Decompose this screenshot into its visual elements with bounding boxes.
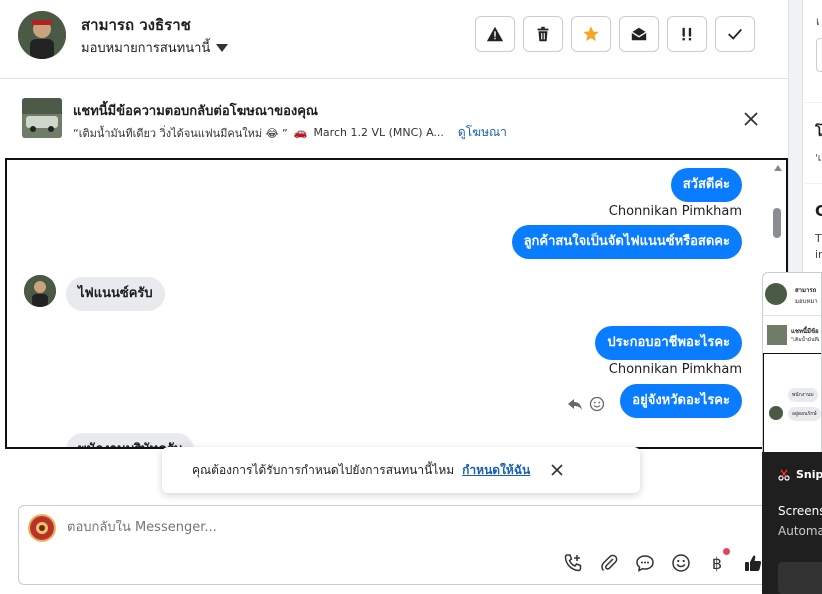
payment-button[interactable]: ฿ — [706, 548, 730, 574]
reply-icon[interactable] — [567, 396, 583, 412]
saved-replies-button[interactable] — [634, 552, 656, 574]
contact-avatar-small[interactable] — [24, 275, 56, 307]
baht-icon: ฿ — [711, 553, 723, 573]
scroll-thumb[interactable] — [773, 208, 781, 238]
reply-composer: ฿ — [18, 505, 778, 585]
notification-dot — [723, 548, 730, 555]
scroll-up-arrow-icon[interactable] — [774, 165, 782, 171]
sender-name: Chonnikan Pimkham — [608, 204, 742, 219]
sender-name: Chonnikan Pimkham — [608, 362, 742, 377]
contact-name[interactable]: สามารถ วงธิราช — [81, 13, 191, 37]
message-bubble: ประกอบอาชีพอะไรคะ — [595, 326, 742, 360]
details-card: โ 'เ — [802, 103, 822, 183]
double-exclamation-icon — [682, 27, 692, 41]
contact-avatar-small — [769, 406, 783, 420]
close-icon[interactable] — [550, 463, 564, 477]
close-icon[interactable] — [742, 110, 760, 128]
ad-banner-subtitle: “เติมน้ำมันทีเดียว วิ่งได้จนแฟนมีคนใหม่ … — [73, 123, 507, 142]
message-bubble: ไฟแนนซ์ครับ — [66, 277, 165, 311]
messenger-inbox: สามารถ วงธิราช มอบหมายการสนทนานี้ แชทนี้… — [0, 0, 822, 594]
contact-avatar-small — [765, 283, 787, 305]
message-bubble: ลูกค้าสนใจเป็นจัดไฟแนนซ์หรือสดคะ — [511, 225, 742, 259]
attach-button[interactable] — [598, 552, 620, 574]
ad-quote: “เติมน้ำมันทีเดียว วิ่งได้จนแฟนมีคนใหม่ … — [73, 126, 288, 140]
snip-app-name: Snip — [796, 468, 822, 481]
check-icon — [728, 28, 742, 40]
thumbs-up-icon — [745, 555, 762, 571]
call-button[interactable] — [562, 552, 584, 574]
message-bubble: พนักงานบ — [788, 388, 818, 402]
divider — [763, 315, 821, 316]
mini-assign-label: มอบหมา — [795, 298, 818, 305]
message-thread[interactable]: สวัสดีค่ะ Chonnikan Pimkham ลูกค้าสนใจเป… — [5, 158, 788, 449]
message-bubble: อยู่จังหวัดอะไรคะ — [620, 384, 742, 418]
view-ad-link[interactable]: ดูโฆษณา — [458, 123, 507, 142]
emoji-button[interactable] — [670, 552, 692, 574]
composer-toolbar: ฿ — [562, 548, 764, 574]
ad-thumbnail — [767, 325, 787, 345]
details-card: เ — [802, 0, 822, 102]
details-text: เ — [816, 15, 820, 28]
car-icon: 🚗 — [293, 126, 308, 139]
star-button[interactable] — [571, 16, 611, 52]
snip-title: Screens — [778, 504, 822, 518]
mark-done-button[interactable] — [715, 16, 755, 52]
details-card: C T ir — [802, 184, 822, 272]
mini-ad-title: แชทนี้มีข้อ — [791, 328, 819, 335]
star-icon — [583, 26, 599, 42]
assign-prompt-toast: คุณต้องการได้รับการกำหนดไปยังการสนทนานี้… — [162, 447, 640, 493]
ad-thumbnail[interactable] — [22, 98, 62, 138]
header-actions — [475, 16, 755, 52]
mark-spam-button[interactable] — [475, 16, 515, 52]
snip-app-header: Snip — [778, 468, 822, 481]
details-text: 'เ — [815, 153, 822, 164]
snipping-tool-notification[interactable]: Snip Screens Automa — [762, 452, 822, 594]
delete-button[interactable] — [523, 16, 563, 52]
mini-contact-name: สามารถ — [795, 287, 817, 294]
details-heading: C — [815, 202, 822, 220]
snip-action-button[interactable] — [778, 562, 822, 594]
message-bubble: อยู่ดอนรักษ์ — [788, 407, 821, 421]
warning-icon — [486, 26, 504, 42]
details-field[interactable] — [816, 38, 822, 72]
chat-bubble-icon — [636, 555, 654, 572]
snip-preview-window[interactable]: สามารถ มอบหมา แชทนี้มีข้อ "เติมน้ำมันทีเ… — [762, 272, 822, 455]
page-avatar — [28, 514, 56, 542]
assign-to-me-link[interactable]: กำหนดให้ฉัน — [462, 461, 530, 480]
ad-reply-banner: แชทนี้มีข้อความตอบกลับต่อโฆษณาของคุณ “เต… — [0, 80, 788, 157]
details-heading: โ — [815, 124, 822, 140]
envelope-open-icon — [631, 27, 647, 41]
contact-avatar[interactable] — [18, 11, 66, 59]
phone-plus-icon — [564, 554, 582, 572]
scissors-icon — [778, 469, 790, 481]
smiley-icon — [672, 554, 690, 572]
mini-ad-quote: "เติมน้ำมันทีเ — [791, 337, 820, 343]
message-actions — [567, 396, 605, 412]
snip-body: Automa — [778, 524, 822, 538]
ad-banner-title: แชทนี้มีข้อความตอบกลับต่อโฆษณาของคุณ — [73, 104, 318, 119]
paperclip-icon — [601, 554, 618, 572]
trash-icon — [537, 26, 549, 42]
mark-read-button[interactable] — [619, 16, 659, 52]
ad-model: March 1.2 VL (MNC) A... — [313, 126, 444, 139]
mini-thread: พนักงานบ อยู่ดอนรักษ์ — [763, 353, 821, 454]
message-bubble: สวัสดีค่ะ — [670, 168, 742, 202]
assign-label: มอบหมายการสนทนานี้ — [81, 41, 211, 56]
details-text: ir — [815, 248, 822, 261]
smiley-icon[interactable] — [589, 396, 605, 412]
details-text: T — [815, 232, 822, 245]
follow-up-button[interactable] — [667, 16, 707, 52]
reply-input[interactable] — [67, 520, 467, 535]
assign-prompt-text: คุณต้องการได้รับการกำหนดไปยังการสนทนานี้… — [192, 462, 455, 477]
chevron-down-icon — [216, 43, 229, 52]
like-button[interactable] — [742, 552, 764, 574]
assign-dropdown[interactable]: มอบหมายการสนทนานี้ — [81, 37, 229, 58]
conversation-header: สามารถ วงธิราช มอบหมายการสนทนานี้ — [0, 0, 788, 79]
